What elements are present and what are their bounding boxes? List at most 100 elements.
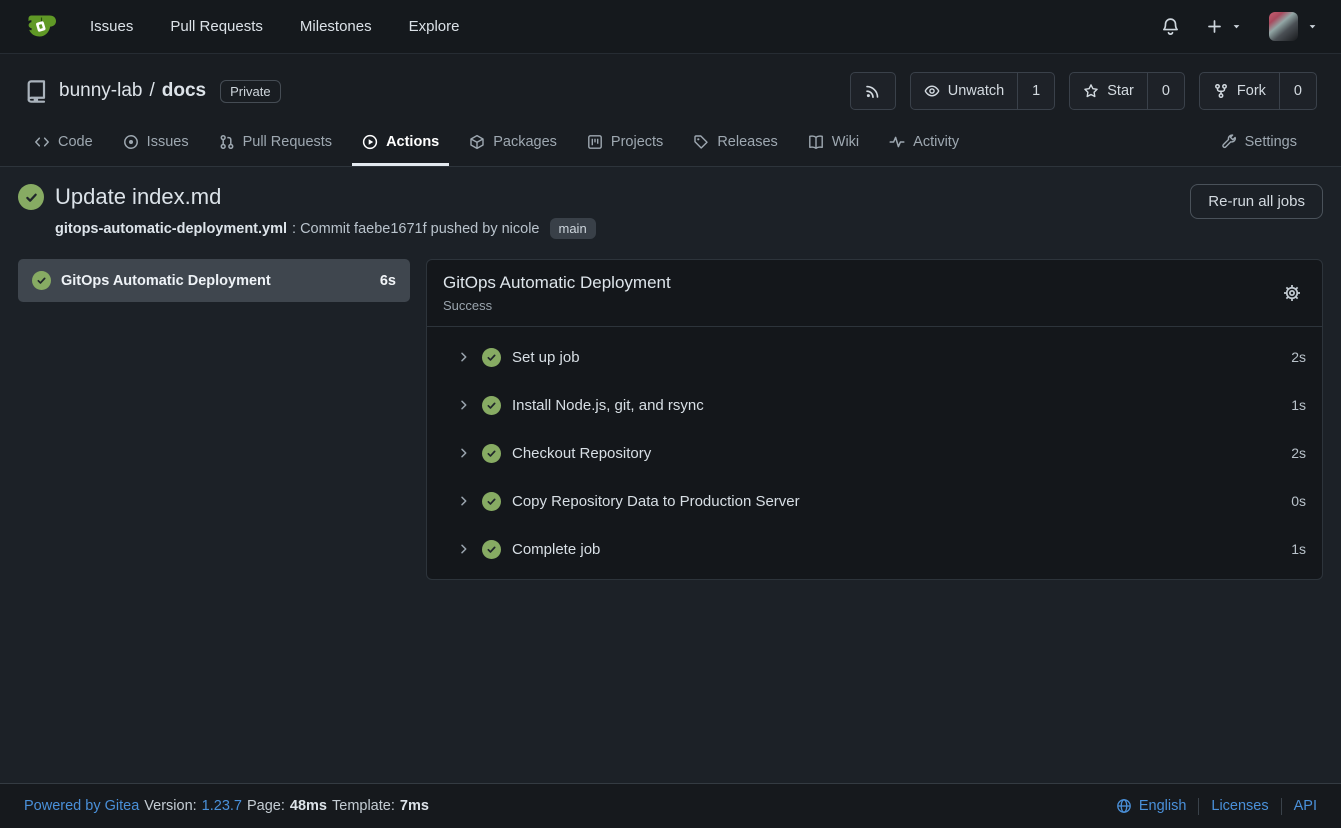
tag-icon: [693, 134, 709, 150]
footer-left: Powered by Gitea Version: 1.23.7 Page: 4…: [24, 798, 429, 814]
template-time-label: Template:: [332, 798, 395, 814]
step-success-icon: [482, 348, 501, 367]
caret-down-icon: [1306, 20, 1319, 33]
repo-separator: /: [149, 80, 154, 102]
job-panel-header: GitOps Automatic Deployment Success: [427, 260, 1322, 327]
job-detail-panel: GitOps Automatic Deployment Success Set …: [426, 259, 1323, 580]
step-row-complete-job[interactable]: Complete job 1s: [427, 525, 1322, 573]
chevron-right-icon[interactable]: [457, 446, 471, 460]
star-button-group: Star 0: [1069, 72, 1185, 110]
tab-wiki[interactable]: Wiki: [798, 122, 869, 166]
project-icon: [587, 134, 603, 150]
run-subtitle: gitops-automatic-deployment.yml: Commit …: [55, 218, 596, 239]
job-name: GitOps Automatic Deployment: [61, 273, 271, 289]
repo-icon: [24, 79, 49, 104]
step-name: Copy Repository Data to Production Serve…: [512, 493, 800, 510]
create-new-button[interactable]: [1206, 18, 1243, 35]
step-row-checkout-repository[interactable]: Checkout Repository 2s: [427, 429, 1322, 477]
tab-packages[interactable]: Packages: [459, 122, 567, 166]
page-time-label: Page:: [247, 798, 285, 814]
run-status-success-icon: [18, 184, 44, 210]
step-success-icon: [482, 444, 501, 463]
page-time-value: 48ms: [290, 798, 327, 814]
language-selector[interactable]: English: [1116, 798, 1187, 814]
user-menu[interactable]: [1269, 12, 1319, 41]
user-avatar[interactable]: [1269, 12, 1298, 41]
step-row-install-node[interactable]: Install Node.js, git, and rsync 1s: [427, 381, 1322, 429]
workflow-file-name[interactable]: gitops-automatic-deployment.yml: [55, 221, 287, 237]
nav-item-milestones[interactable]: Milestones: [300, 18, 372, 35]
chevron-right-icon[interactable]: [457, 542, 471, 556]
top-navbar: Issues Pull Requests Milestones Explore: [0, 0, 1341, 54]
repo-title-row: bunny-lab / docs Private Unwatch 1 Star: [24, 72, 1317, 110]
steps-list: Set up job 2s Install Node.js, git, and …: [427, 327, 1322, 579]
visibility-badge: Private: [220, 80, 280, 103]
tab-label: Packages: [493, 134, 557, 150]
plus-icon: [1206, 18, 1223, 35]
tab-projects[interactable]: Projects: [577, 122, 673, 166]
run-body: GitOps Automatic Deployment 6s GitOps Au…: [18, 259, 1323, 580]
gitea-logo[interactable]: [22, 9, 58, 45]
tab-issues[interactable]: Issues: [113, 122, 199, 166]
footer-divider: [1281, 798, 1282, 815]
tab-pull-requests[interactable]: Pull Requests: [209, 122, 342, 166]
tab-label: Releases: [717, 134, 777, 150]
step-duration: 1s: [1291, 397, 1306, 413]
notifications-button[interactable]: [1161, 17, 1180, 36]
template-time-value: 7ms: [400, 798, 429, 814]
licenses-link[interactable]: Licenses: [1211, 798, 1268, 814]
package-icon: [469, 134, 485, 150]
forks-count[interactable]: 0: [1279, 73, 1316, 109]
fork-button[interactable]: Fork: [1200, 73, 1279, 109]
chevron-right-icon[interactable]: [457, 494, 471, 508]
repo-tabs: Code Issues Pull Requests Actions Packag…: [24, 122, 1317, 166]
step-duration: 0s: [1291, 493, 1306, 509]
tab-settings[interactable]: Settings: [1211, 122, 1307, 166]
tab-label: Actions: [386, 134, 439, 150]
nav-item-explore[interactable]: Explore: [409, 18, 460, 35]
repo-header: bunny-lab / docs Private Unwatch 1 Star: [0, 54, 1341, 167]
nav-item-issues[interactable]: Issues: [90, 18, 133, 35]
chevron-right-icon[interactable]: [457, 350, 471, 364]
star-label: Star: [1107, 83, 1134, 99]
job-options-button[interactable]: [1278, 279, 1306, 307]
step-row-setup-job[interactable]: Set up job 2s: [427, 333, 1322, 381]
step-row-copy-repository-data[interactable]: Copy Repository Data to Production Serve…: [427, 477, 1322, 525]
fork-icon: [1213, 83, 1229, 99]
api-link[interactable]: API: [1294, 798, 1317, 814]
stars-count[interactable]: 0: [1147, 73, 1184, 109]
rss-button[interactable]: [851, 73, 895, 109]
play-circle-icon: [362, 134, 378, 150]
book-icon: [808, 134, 824, 150]
branch-badge[interactable]: main: [550, 218, 596, 239]
tab-label: Settings: [1245, 134, 1297, 150]
tab-label: Pull Requests: [243, 134, 332, 150]
globe-icon: [1116, 798, 1132, 814]
tab-activity[interactable]: Activity: [879, 122, 969, 166]
gear-icon: [1282, 283, 1302, 303]
tab-code[interactable]: Code: [24, 122, 103, 166]
watchers-count[interactable]: 1: [1017, 73, 1054, 109]
tab-actions[interactable]: Actions: [352, 122, 449, 166]
tab-releases[interactable]: Releases: [683, 122, 787, 166]
step-name: Complete job: [512, 541, 600, 558]
job-item-selected[interactable]: GitOps Automatic Deployment 6s: [18, 259, 410, 302]
tab-label: Code: [58, 134, 93, 150]
step-name: Checkout Repository: [512, 445, 651, 462]
fork-label: Fork: [1237, 83, 1266, 99]
rerun-all-jobs-button[interactable]: Re-run all jobs: [1190, 184, 1323, 219]
page-footer: Powered by Gitea Version: 1.23.7 Page: 4…: [0, 783, 1341, 828]
repo-name-link[interactable]: docs: [162, 80, 206, 102]
repo-actions: Unwatch 1 Star 0 Fork 0: [850, 72, 1317, 110]
version-link[interactable]: 1.23.7: [202, 798, 242, 814]
repo-owner-link[interactable]: bunny-lab: [59, 80, 142, 102]
caret-down-icon: [1230, 20, 1243, 33]
nav-item-pull-requests[interactable]: Pull Requests: [170, 18, 263, 35]
step-name: Install Node.js, git, and rsync: [512, 397, 704, 414]
star-button[interactable]: Star: [1070, 73, 1147, 109]
chevron-right-icon[interactable]: [457, 398, 471, 412]
job-panel-titles: GitOps Automatic Deployment Success: [443, 273, 671, 313]
tools-icon: [1221, 134, 1237, 150]
powered-by-gitea-link[interactable]: Powered by Gitea: [24, 798, 139, 814]
unwatch-button[interactable]: Unwatch: [911, 73, 1017, 109]
